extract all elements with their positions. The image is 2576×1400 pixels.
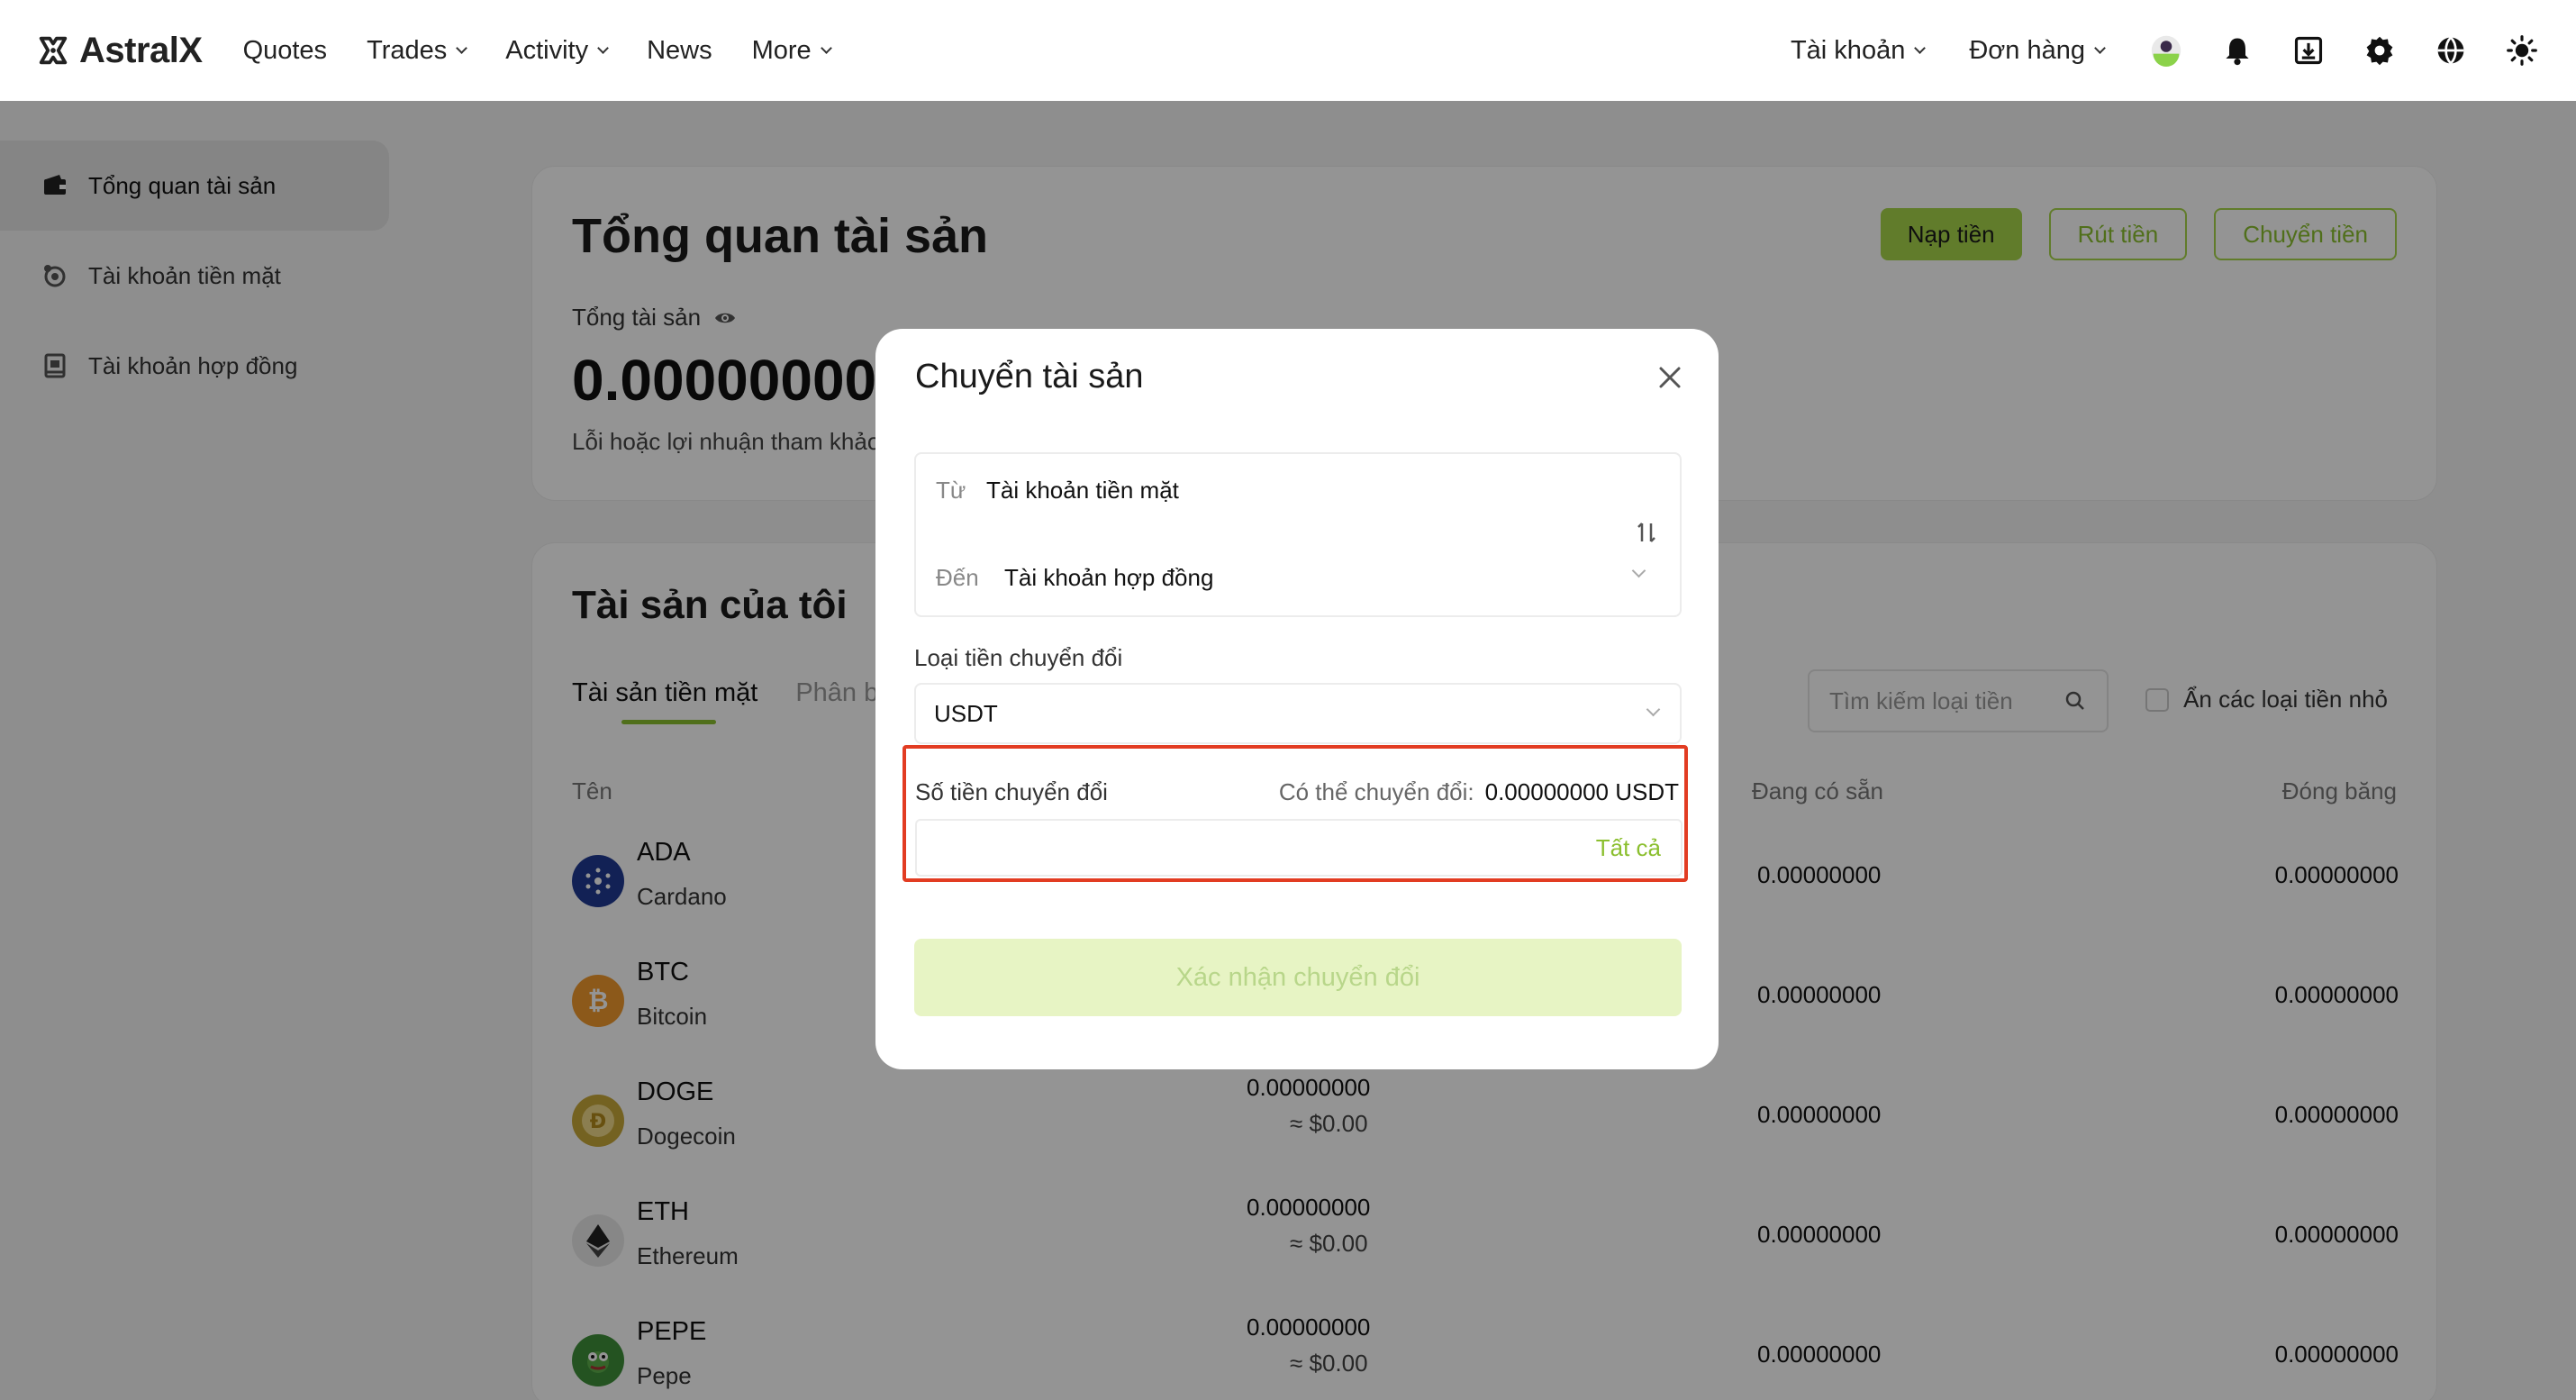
chevron-down-icon[interactable]: [1631, 563, 1646, 578]
chevron-down-icon: [2094, 41, 2106, 54]
amount-label: Số tiền chuyển đổi: [915, 778, 1108, 805]
close-icon[interactable]: [1652, 359, 1688, 395]
nav-quotes-label: Quotes: [242, 35, 328, 65]
nav-orders[interactable]: Đơn hàng: [1969, 35, 2106, 66]
from-to-selector: Từ Tài khoản tiền mặt Đến Tài khoản hợp …: [914, 452, 1682, 617]
nav-account-label: Tài khoản: [1790, 35, 1906, 65]
transfer-assets-modal: Chuyển tài sản Từ Tài khoản tiền mặt Đến…: [875, 329, 1719, 1069]
nav-orders-label: Đơn hàng: [1969, 35, 2085, 65]
nav-more[interactable]: More: [751, 35, 832, 66]
astralx-logo-icon: [39, 36, 68, 65]
top-nav: AstralX Quotes Trades Activity News More…: [0, 0, 2576, 101]
theme-sun-icon[interactable]: [2504, 32, 2540, 68]
swap-direction-icon[interactable]: [1633, 519, 1660, 546]
chevron-down-icon: [1646, 702, 1661, 717]
nav-activity-label: Activity: [505, 35, 589, 65]
nav-news[interactable]: News: [647, 36, 712, 66]
from-account: Tài khoản tiền mặt: [986, 477, 1179, 504]
nav-activity[interactable]: Activity: [505, 35, 609, 66]
bell-icon[interactable]: [2219, 32, 2255, 68]
available-label: Có thể chuyển đổi:: [1278, 778, 1474, 805]
currency-label: Loại tiền chuyển đổi: [914, 644, 1123, 671]
currency-select[interactable]: USDT: [914, 683, 1682, 744]
logo[interactable]: AstralX: [36, 31, 203, 71]
from-label: Từ: [936, 477, 966, 504]
to-account-select[interactable]: Tài khoản hợp đồng: [1004, 564, 1213, 592]
currency-select-value: USDT: [934, 699, 998, 727]
globe-icon[interactable]: [2433, 32, 2469, 68]
nav-right: Tài khoản Đơn hàng: [1791, 32, 2540, 68]
avatar-icon[interactable]: [2148, 32, 2184, 68]
transfer-all-link[interactable]: Tất cả: [1596, 834, 1661, 862]
nav-quotes[interactable]: Quotes: [243, 36, 328, 66]
nav-trades-label: Trades: [367, 35, 448, 65]
chevron-down-icon: [1914, 41, 1927, 54]
confirm-transfer-button[interactable]: Xác nhận chuyển đổi: [914, 939, 1682, 1016]
amount-section-highlight: Số tiền chuyển đổi Có thể chuyển đổi: 0.0…: [903, 745, 1688, 882]
nav-more-label: More: [751, 35, 812, 65]
available-value: 0.00000000 USDT: [1484, 778, 1679, 805]
gear-icon[interactable]: [2362, 32, 2398, 68]
brand-name: AstralX: [79, 30, 203, 70]
nav-news-label: News: [647, 35, 712, 65]
chevron-down-icon: [456, 41, 468, 54]
download-app-icon[interactable]: [2290, 32, 2327, 68]
chevron-down-icon: [597, 41, 609, 54]
nav-account[interactable]: Tài khoản: [1790, 35, 1927, 66]
available-to-transfer: Có thể chuyển đổi: 0.00000000 USDT: [1279, 778, 1679, 806]
modal-title: Chuyển tài sản: [915, 358, 1144, 395]
nav-trades[interactable]: Trades: [367, 35, 468, 66]
amount-input[interactable]: Tất cả: [915, 819, 1683, 877]
to-label: Đến: [936, 564, 979, 591]
chevron-down-icon: [820, 41, 832, 54]
